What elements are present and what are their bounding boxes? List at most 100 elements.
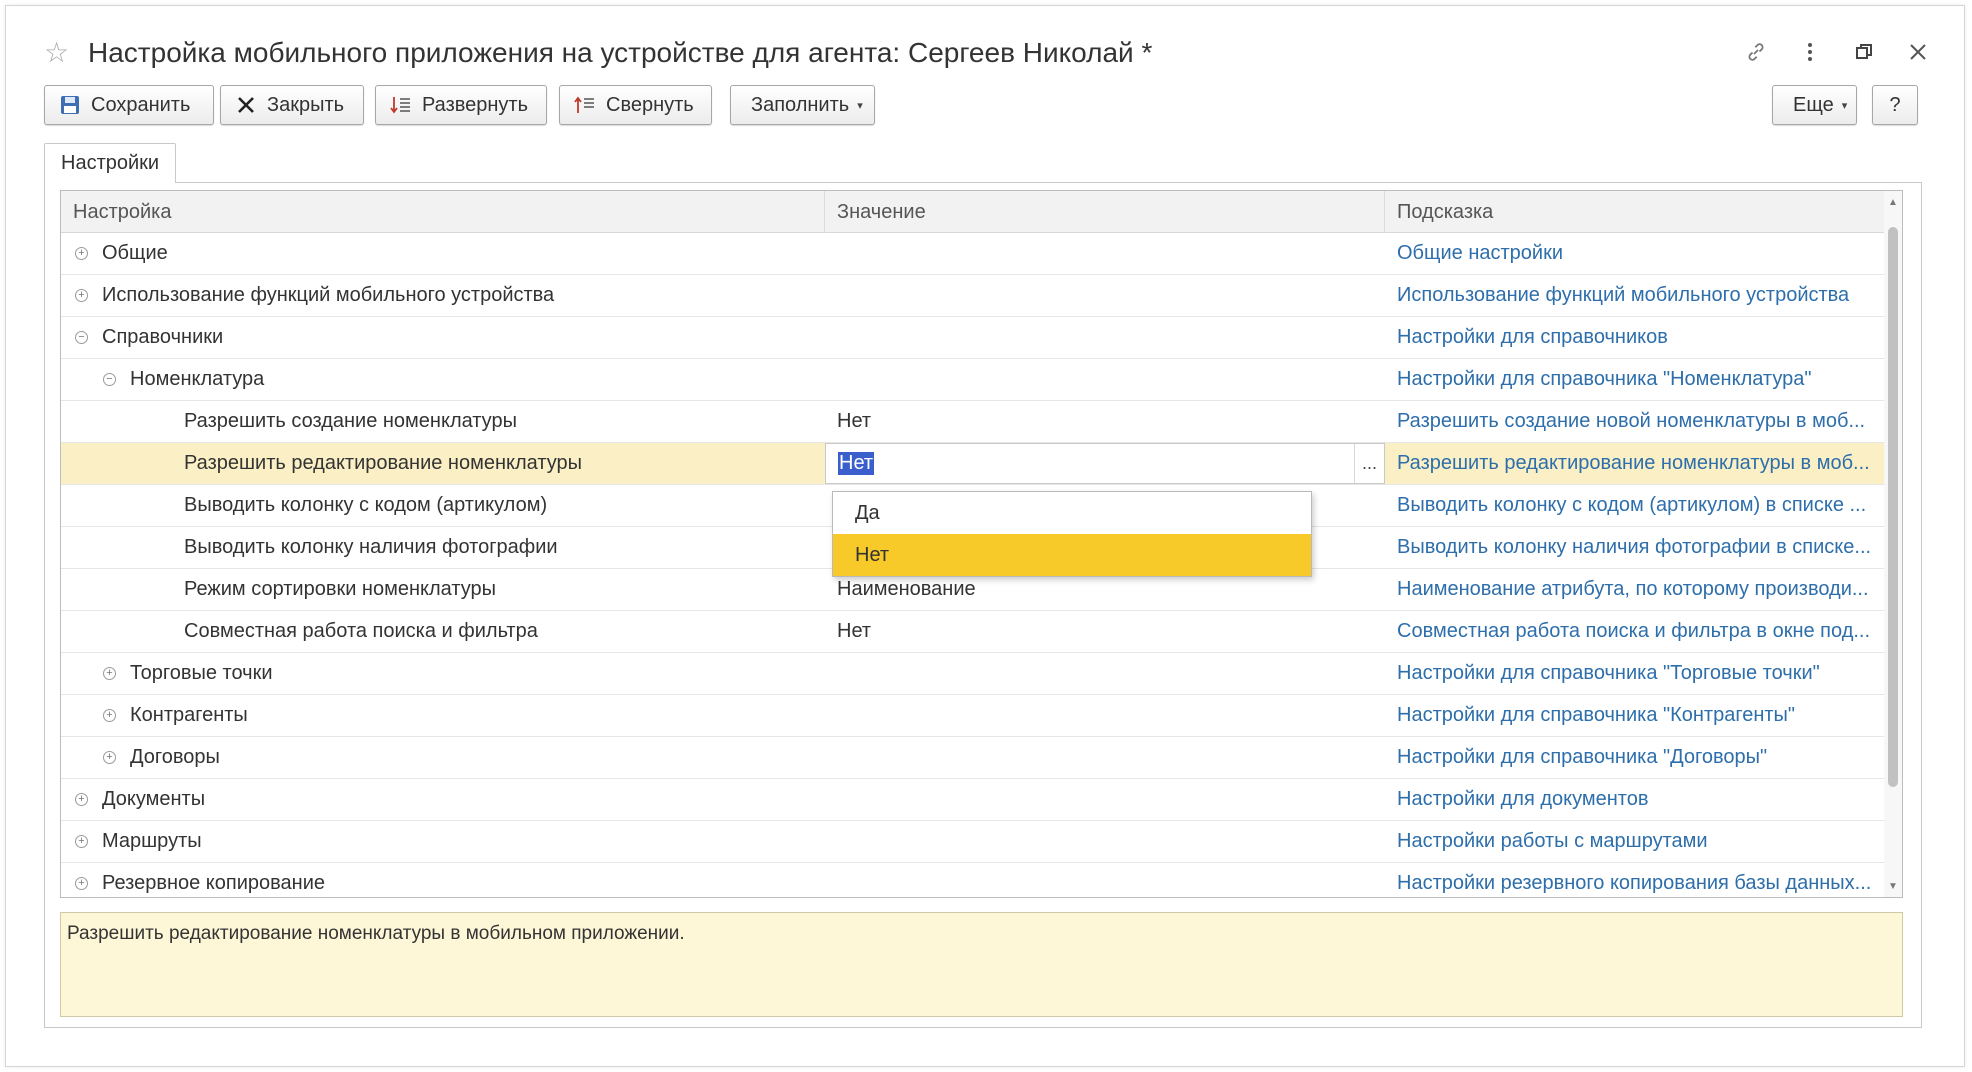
setting-hint-link[interactable]: Разрешить создание новой номенклатуры в … (1385, 401, 1880, 442)
help-button-label: ? (1889, 93, 1901, 116)
collapse-minus-icon[interactable]: − (103, 373, 116, 386)
setting-hint-link[interactable]: Использование функций мобильного устройс… (1385, 275, 1880, 316)
value-editor-text: Нет (838, 452, 875, 475)
setting-hint-text: Настройки работы с маршрутами (1397, 830, 1708, 852)
vertical-scrollbar[interactable]: ▲ ▼ (1884, 191, 1902, 897)
setting-hint-link[interactable]: Общие настройки (1385, 233, 1880, 274)
expand-plus-icon[interactable]: + (75, 289, 88, 302)
setting-value[interactable] (825, 653, 1385, 694)
column-header-value[interactable]: Значение (825, 191, 1385, 233)
setting-hint-link[interactable]: Выводить колонку с кодом (артикулом) в с… (1385, 485, 1880, 526)
setting-hint-link[interactable]: Разрешить редактирование номенклатуры в … (1385, 443, 1880, 484)
column-header-setting[interactable]: Настройка (61, 191, 825, 233)
close-icon[interactable] (1904, 38, 1932, 66)
help-button[interactable]: ? (1872, 85, 1918, 125)
table-row[interactable]: + Использование функций мобильного устрой… (61, 275, 1885, 317)
hint-panel: Разрешить редактирование номенклатуры в … (60, 912, 1903, 1017)
setting-name: Разрешить создание номенклатуры (184, 410, 517, 432)
setting-name: Выводить колонку наличия фотографии (184, 536, 558, 558)
setting-name-cell: + Документы (61, 779, 825, 820)
choice-button[interactable]: ... (1354, 444, 1384, 483)
setting-hint-link[interactable]: Настройки для справочников (1385, 317, 1880, 358)
collapse-tree-icon (574, 94, 596, 116)
table-row[interactable]: + Торговые точки Настройки для справочника… (61, 653, 1885, 695)
expand-button[interactable]: Развернуть (375, 85, 547, 125)
favorite-star-icon[interactable]: ☆ (44, 38, 69, 68)
scrollbar-thumb[interactable] (1888, 227, 1898, 787)
dropdown-option-yes[interactable]: Да (833, 492, 1311, 534)
expand-plus-icon[interactable]: + (75, 835, 88, 848)
setting-name-cell: Совместная работа поиска и фильтра (61, 611, 825, 652)
setting-name-cell: − Номенклатура (61, 359, 825, 400)
setting-hint-text: Разрешить создание новой номенклатуры в … (1397, 410, 1866, 432)
table-row[interactable]: + Резервное копирование Настройки резервно… (61, 863, 1885, 897)
setting-name-cell: − Справочники (61, 317, 825, 358)
title-actions (1742, 38, 1932, 66)
restore-window-icon[interactable] (1850, 38, 1878, 66)
scroll-up-icon[interactable]: ▲ (1884, 193, 1902, 211)
fill-dropdown-button[interactable]: Заполнить ▾ (730, 85, 875, 125)
setting-value[interactable]: Нет (825, 611, 1385, 652)
table-header: Настройка Значение Подсказка (61, 191, 1885, 233)
link-icon[interactable] (1742, 38, 1770, 66)
dropdown-option-no[interactable]: Нет (833, 534, 1311, 576)
table-row[interactable]: − Справочники Настройки для справочников (61, 317, 1885, 359)
caret-down-icon: ▾ (857, 99, 863, 112)
setting-value[interactable] (825, 863, 1385, 897)
save-button[interactable]: Сохранить (44, 85, 214, 125)
collapse-minus-icon[interactable]: − (75, 331, 88, 344)
setting-hint-link[interactable]: Настройки для справочника "Договоры" (1385, 737, 1880, 778)
value-editor-input[interactable]: Нет... (825, 443, 1385, 484)
setting-hint-link[interactable]: Настройки для справочника "Контрагенты" (1385, 695, 1880, 736)
setting-value[interactable] (825, 695, 1385, 736)
table-row[interactable]: + Маршруты Настройки работы с маршрутами (61, 821, 1885, 863)
table-row[interactable]: Совместная работа поиска и фильтра Нет Сов… (61, 611, 1885, 653)
more-vertical-icon[interactable] (1796, 38, 1824, 66)
setting-hint-link[interactable]: Выводить колонку наличия фотографии в сп… (1385, 527, 1880, 568)
setting-value[interactable] (825, 233, 1385, 274)
setting-value[interactable]: Нет (825, 401, 1385, 442)
setting-value[interactable] (825, 821, 1385, 862)
setting-value[interactable] (825, 737, 1385, 778)
expand-plus-icon[interactable]: + (75, 247, 88, 260)
expand-plus-icon[interactable]: + (103, 709, 116, 722)
close-button[interactable]: Закрыть (220, 85, 364, 125)
tab-settings[interactable]: Настройки (44, 143, 177, 183)
expand-plus-icon[interactable]: + (103, 667, 116, 680)
setting-hint-text: Разрешить редактирование номенклатуры в … (1397, 452, 1870, 474)
setting-value[interactable] (825, 359, 1385, 400)
setting-name-cell: Выводить колонку с кодом (артикулом) (61, 485, 825, 526)
expand-plus-icon[interactable]: + (75, 877, 88, 890)
table-row[interactable]: + Контрагенты Настройки для справочника "К… (61, 695, 1885, 737)
more-dropdown-button[interactable]: Еще ▾ (1772, 85, 1857, 125)
setting-hint-link[interactable]: Наименование атрибута, по которому произ… (1385, 569, 1880, 610)
table-row[interactable]: − Номенклатура Настройки для справочника "… (61, 359, 1885, 401)
setting-value[interactable] (825, 317, 1385, 358)
expand-plus-icon[interactable]: + (75, 793, 88, 806)
setting-hint-link[interactable]: Настройки для документов (1385, 779, 1880, 820)
setting-name-cell: Выводить колонку наличия фотографии (61, 527, 825, 568)
setting-hint-link[interactable]: Настройки резервного копирования базы да… (1385, 863, 1880, 897)
table-row[interactable]: Разрешить редактирование номенклатуры Нет… (61, 443, 1885, 485)
collapse-button[interactable]: Свернуть (559, 85, 712, 125)
table-row[interactable]: + Договоры Настройки для справочника "Дого… (61, 737, 1885, 779)
scroll-down-icon[interactable]: ▼ (1884, 877, 1902, 895)
setting-hint-link[interactable]: Настройки для справочника "Торговые точк… (1385, 653, 1880, 694)
setting-hint-link[interactable]: Настройки работы с маршрутами (1385, 821, 1880, 862)
setting-name-cell: + Маршруты (61, 821, 825, 862)
setting-hint-link[interactable]: Совместная работа поиска и фильтра в окн… (1385, 611, 1880, 652)
setting-hint-text: Настройки для справочника "Торговые точк… (1397, 662, 1820, 684)
table-row[interactable]: + Общие Общие настройки (61, 233, 1885, 275)
setting-name: Справочники (102, 326, 224, 348)
table-row[interactable]: + Документы Настройки для документов (61, 779, 1885, 821)
setting-value[interactable] (825, 779, 1385, 820)
expand-plus-icon[interactable]: + (103, 751, 116, 764)
setting-name: Общие (102, 242, 168, 264)
setting-name: Договоры (130, 746, 220, 768)
setting-value[interactable] (825, 275, 1385, 316)
setting-name: Резервное копирование (102, 872, 326, 894)
column-header-hint[interactable]: Подсказка (1385, 191, 1885, 233)
setting-hint-text: Настройки резервного копирования базы да… (1397, 872, 1872, 894)
table-row[interactable]: Разрешить создание номенклатуры Нет Разреш… (61, 401, 1885, 443)
setting-hint-link[interactable]: Настройки для справочника "Номенклатура" (1385, 359, 1880, 400)
